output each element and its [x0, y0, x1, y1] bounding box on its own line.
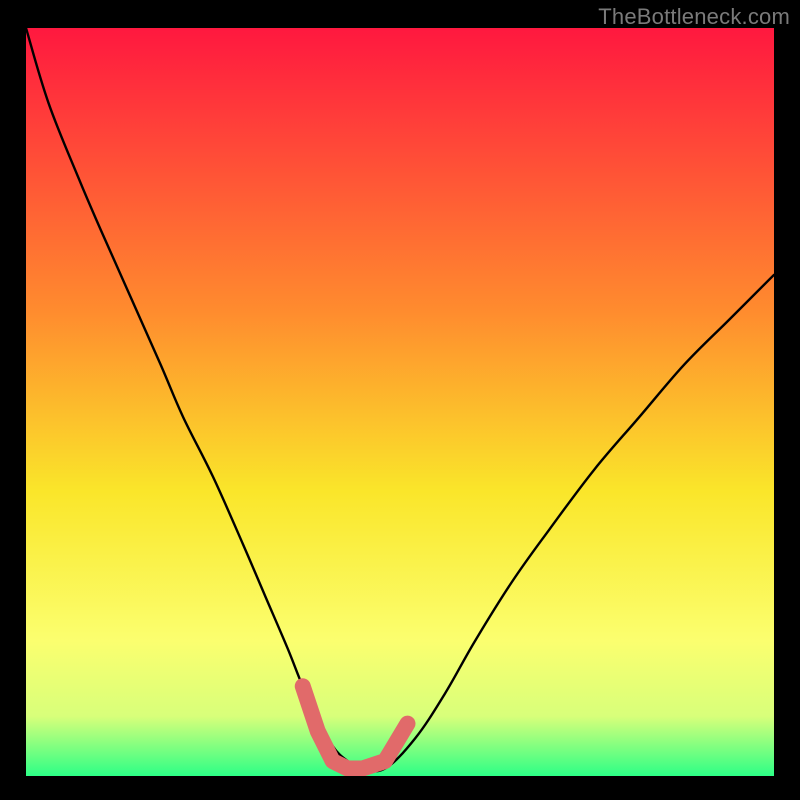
- chart-svg: [26, 28, 774, 776]
- chart-plot-area: [26, 28, 774, 776]
- watermark-text: TheBottleneck.com: [598, 4, 790, 30]
- heatmap-background: [26, 28, 774, 776]
- chart-frame: TheBottleneck.com: [0, 0, 800, 800]
